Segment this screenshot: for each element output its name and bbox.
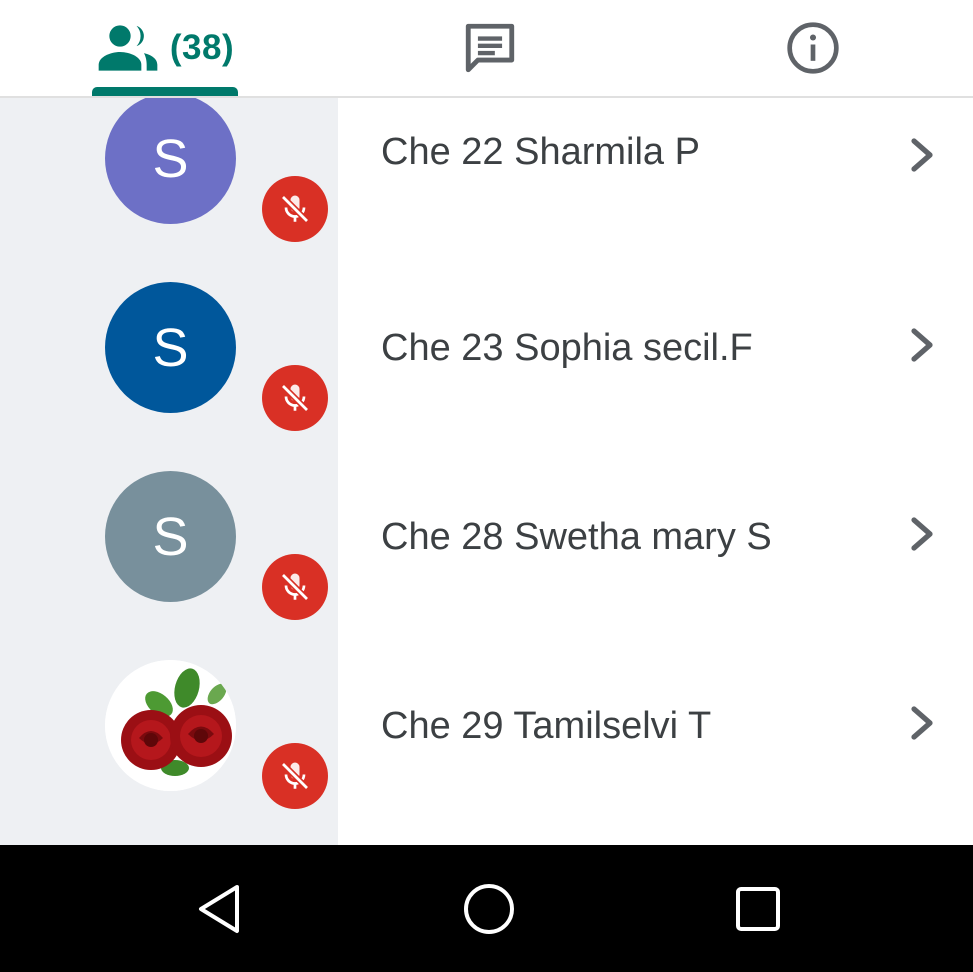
muted-badge [262,554,328,620]
chevron-right-icon[interactable] [906,135,938,175]
recents-icon [736,886,780,931]
chevron-right-icon[interactable] [906,514,938,554]
rose-image [105,660,236,791]
chevron-right-icon[interactable] [906,703,938,743]
back-icon [199,884,239,933]
avatar-initial: S [152,128,189,189]
mic-off-icon [280,383,310,413]
chevron-right-icon[interactable] [906,325,938,365]
avatar-photo [105,660,236,791]
muted-badge [262,176,328,242]
list-item[interactable]: S Che 22 Sharmila P [0,98,973,279]
participant-name: Che 22 Sharmila P [381,131,700,173]
list-item[interactable]: S Che 28 Swetha mary S [0,468,973,657]
tab-bar: (38) [0,0,973,98]
avatar: S [105,282,236,413]
people-icon [98,25,158,71]
avatar-initial: S [152,506,189,567]
muted-badge [262,743,328,809]
avatar: S [105,471,236,602]
home-icon [464,883,514,934]
avatar: S [105,98,236,224]
tab-info[interactable] [765,0,860,96]
nav-home-button[interactable] [429,845,549,972]
mic-off-icon [280,194,310,224]
mic-off-icon [280,572,310,602]
tab-people[interactable]: (38) [90,0,240,96]
participant-name: Che 23 Sophia secil.F [381,327,753,369]
participant-list[interactable]: S Che 22 Sharmila P S Che 23 Sophia seci… [0,98,973,845]
nav-back-button[interactable] [160,845,280,972]
active-tab-indicator [92,87,238,96]
system-navigation-bar [0,845,973,972]
participant-name: Che 29 Tamilselvi T [381,705,712,747]
chat-icon [465,23,515,73]
avatar-initial: S [152,317,189,378]
tab-chat[interactable] [440,0,540,96]
participant-count: (38) [169,28,235,67]
list-item[interactable]: Che 29 Tamilselvi T [0,657,973,845]
muted-badge [262,365,328,431]
info-icon [786,22,839,74]
nav-recents-button[interactable] [698,845,818,972]
list-item[interactable]: S Che 23 Sophia secil.F [0,279,973,468]
participant-name: Che 28 Swetha mary S [381,516,772,558]
mic-off-icon [280,761,310,791]
